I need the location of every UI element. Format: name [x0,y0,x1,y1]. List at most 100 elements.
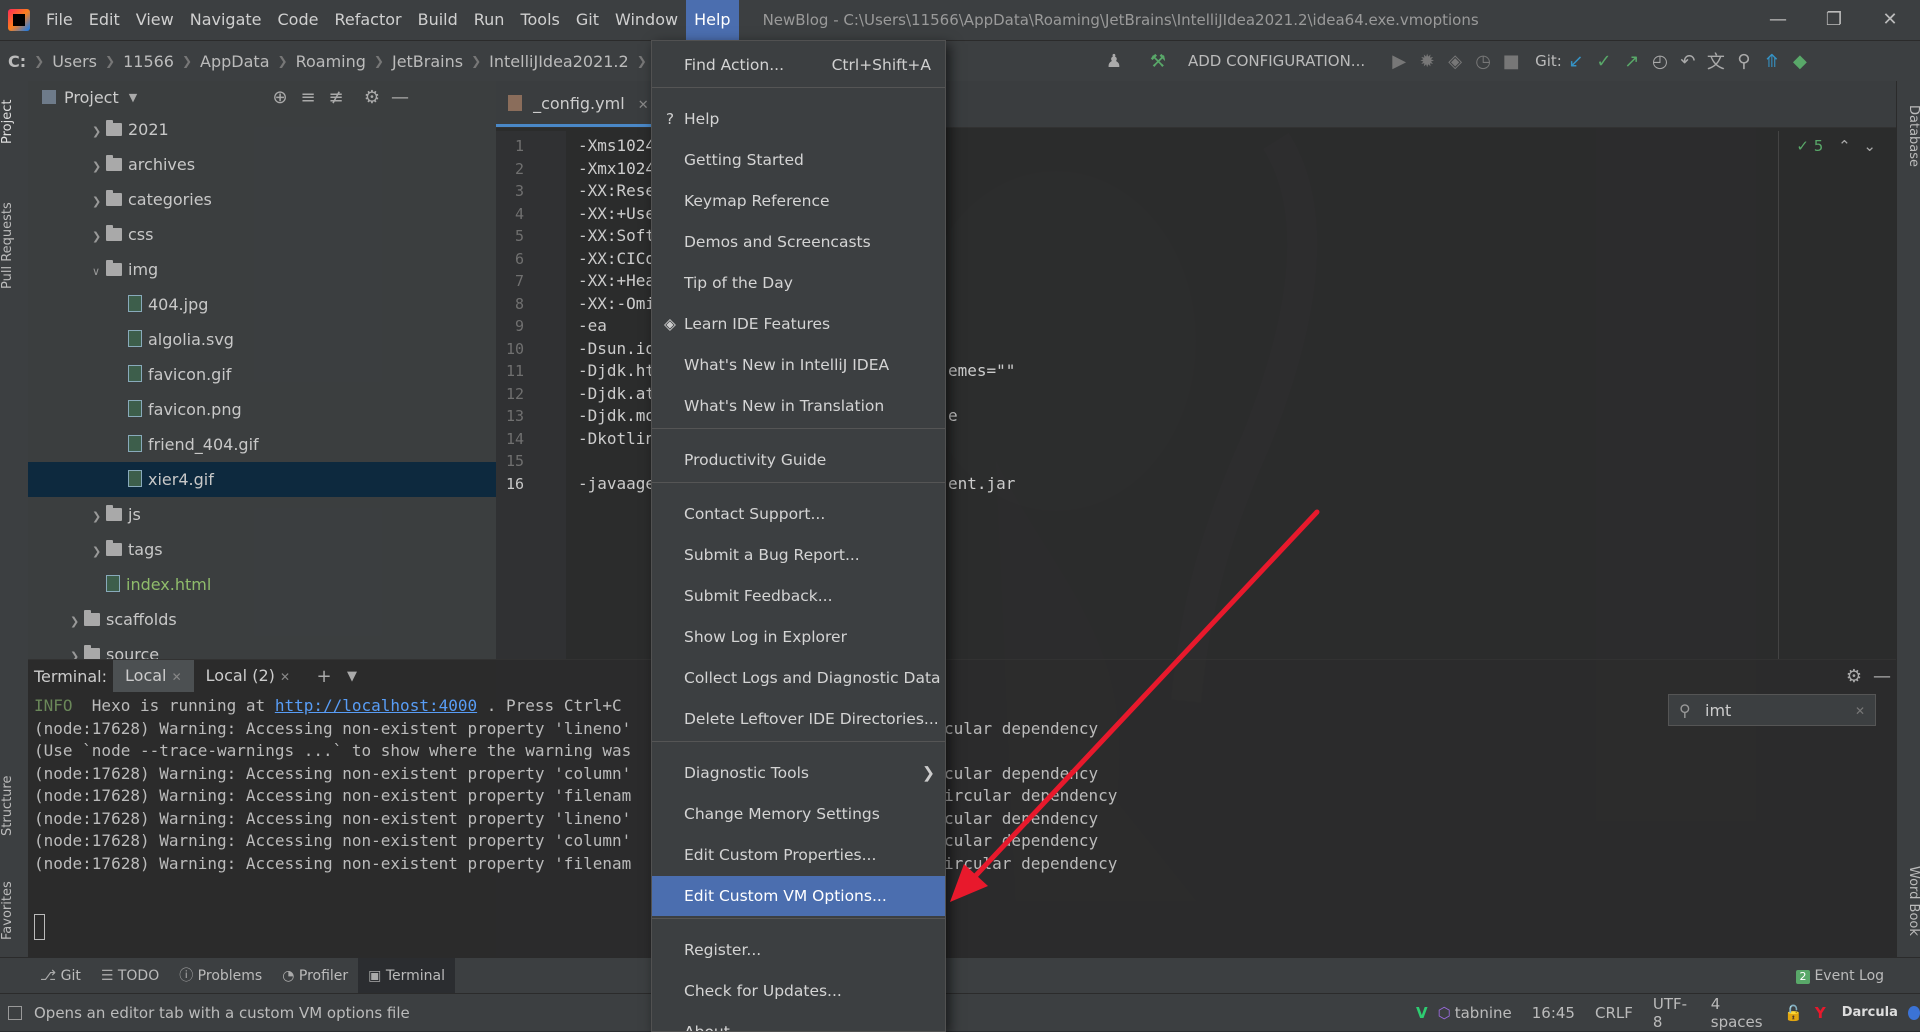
chevron-right-icon[interactable]: ❯ [92,114,106,149]
git-push-icon[interactable]: ↗ [1618,51,1646,72]
expand-all-icon[interactable]: ≡ [294,87,322,108]
breadcrumb-item[interactable]: AppData [192,52,277,71]
terminal-tab-local[interactable]: Local ✕ [113,660,194,692]
menu-help[interactable]: Help [686,0,739,40]
git-history-icon[interactable]: ◴ [1646,51,1674,72]
chevron-right-icon[interactable]: ❯ [70,639,84,659]
tree-folder[interactable]: ❯ 2021 [28,112,496,147]
help-menu-item[interactable]: Find Action... Ctrl+Shift+A [652,45,945,85]
chevron-right-icon[interactable]: ❯ [92,219,106,254]
run-icon[interactable]: ▶ [1385,51,1413,72]
help-menu-item[interactable]: Check for Updates... [652,971,945,1011]
minimize-icon[interactable]: — [1750,0,1806,40]
search-icon[interactable]: ⚲ [1730,51,1758,72]
close-icon[interactable]: ✕ [1862,0,1918,40]
tree-file[interactable]: algolia.svg [28,322,496,357]
user-icon[interactable]: ♟ [1100,51,1128,72]
caret-position[interactable]: 16:45 [1522,1004,1585,1022]
chevron-down-icon[interactable]: ▼ [338,669,366,684]
youdao-y-icon[interactable]: Y [1815,1004,1826,1022]
stop-icon[interactable]: ■ [1497,51,1525,72]
project-tool-tab[interactable]: Project [0,87,28,157]
tool-tab-todo[interactable]: ☰ TODO [91,958,169,994]
help-menu-item[interactable]: Delete Leftover IDE Directories... [652,699,945,739]
tree-folder[interactable]: ❯ js [28,497,496,532]
hide-panel-icon[interactable]: — [386,87,414,108]
profile-icon[interactable]: ◷ [1469,51,1497,72]
translate-icon[interactable]: 文 [1702,48,1730,74]
collapse-all-icon[interactable]: ≢ [322,87,350,108]
tool-tab-profiler[interactable]: ◔ Profiler [272,958,358,994]
tabnine-v-icon[interactable]: V [1416,1004,1428,1022]
event-log-button[interactable]: 2 Event Log [1796,958,1884,994]
tree-folder[interactable]: ❯ scaffolds [28,602,496,637]
menu-git[interactable]: Git [568,0,607,40]
add-configuration-button[interactable]: ADD CONFIGURATION... [1188,52,1365,70]
help-menu-item[interactable]: Tip of the Day [652,263,945,303]
pull-requests-tool-tab[interactable]: Pull Requests [0,181,28,311]
breadcrumb-item[interactable]: JetBrains [384,52,471,71]
help-menu-item[interactable]: ◈ Learn IDE Features [652,304,945,344]
update-available-icon[interactable]: ⤊ [1758,51,1786,72]
tool-tab-git[interactable]: ⎇ Git [30,958,91,994]
tree-folder[interactable]: ∨ img [28,252,496,287]
tree-file[interactable]: xier4.gif [28,462,496,497]
clear-search-icon[interactable]: ✕ [1855,695,1865,727]
menu-navigate[interactable]: Navigate [182,0,270,40]
git-commit-icon[interactable]: ✓ [1590,51,1618,72]
help-menu-item[interactable]: What's New in IntelliJ IDEA [652,345,945,385]
breadcrumb-item[interactable]: 11566 [115,52,182,71]
help-menu-item[interactable]: Edit Custom VM Options... [652,876,945,916]
menu-edit[interactable]: Edit [81,0,128,40]
help-menu-item[interactable]: Getting Started [652,140,945,180]
close-tab-icon[interactable]: ✕ [172,670,182,684]
help-menu-item[interactable]: Collect Logs and Diagnostic Data [652,658,945,698]
close-tab-icon[interactable]: ✕ [280,670,290,684]
chevron-down-icon[interactable]: ∨ [92,254,106,289]
menu-view[interactable]: View [128,0,182,40]
menu-tools[interactable]: Tools [512,0,567,40]
word-book-tool-tab[interactable]: Word Book [1897,851,1920,951]
help-menu-item[interactable]: ? Help [652,99,945,139]
locate-icon[interactable]: ⊕ [266,87,294,108]
tree-file[interactable]: 404.jpg [28,287,496,322]
tree-file[interactable]: friend_404.gif [28,427,496,462]
tree-file[interactable]: favicon.png [28,392,496,427]
new-terminal-icon[interactable]: + [310,666,338,687]
menu-file[interactable]: File [38,0,81,40]
breadcrumb-item[interactable]: Roaming [288,52,374,71]
toggle-tool-windows-icon[interactable] [8,1005,22,1020]
editor-tab[interactable]: _config.yml ✕ [496,84,661,127]
menu-run[interactable]: Run [466,0,513,40]
project-panel-title[interactable]: Project [64,88,119,107]
terminal-tab-local-2[interactable]: Local (2) ✕ [194,660,302,692]
terminal-search-input[interactable]: ⚲ imt ✕ [1668,694,1876,726]
tree-folder[interactable]: ❯ css [28,217,496,252]
tree-file[interactable]: index.html [28,567,496,602]
tool-tab-problems[interactable]: ⓘ Problems [169,958,272,994]
tree-folder[interactable]: ❯ categories [28,182,496,217]
theme-name[interactable]: Darcula [1832,1005,1908,1020]
help-menu-item[interactable]: Submit Feedback... [652,576,945,616]
database-tool-tab[interactable]: Database [1897,91,1920,181]
terminal-link[interactable]: http://localhost:4000 [275,696,477,715]
chevron-right-icon[interactable]: ❯ [92,499,106,534]
help-menu-item[interactable]: Productivity Guide [652,440,945,480]
tabnine-label[interactable]: tabnine [1455,1004,1522,1022]
breadcrumb-item[interactable]: Users [44,52,105,71]
line-separator[interactable]: CRLF [1585,1004,1643,1022]
chevron-right-icon[interactable]: ❯ [92,149,106,184]
chevron-right-icon[interactable]: ❯ [70,604,84,639]
tree-folder[interactable]: ❯ archives [28,147,496,182]
hide-panel-icon[interactable]: — [1868,666,1896,687]
help-menu-item[interactable]: Demos and Screencasts [652,222,945,262]
help-menu-item[interactable]: About [652,1012,945,1031]
breadcrumb-item[interactable]: C: [0,52,34,71]
help-menu-item[interactable]: Contact Support... [652,494,945,534]
tool-tab-terminal[interactable]: ▣ Terminal [358,958,456,994]
chevron-down-icon[interactable]: ⌄ [1863,137,1876,155]
gear-icon[interactable]: ⚙ [1840,666,1868,687]
chevron-up-icon[interactable]: ⌃ [1838,137,1851,155]
help-menu-item[interactable]: Register... [652,930,945,970]
help-menu-item[interactable]: Show Log in Explorer [652,617,945,657]
